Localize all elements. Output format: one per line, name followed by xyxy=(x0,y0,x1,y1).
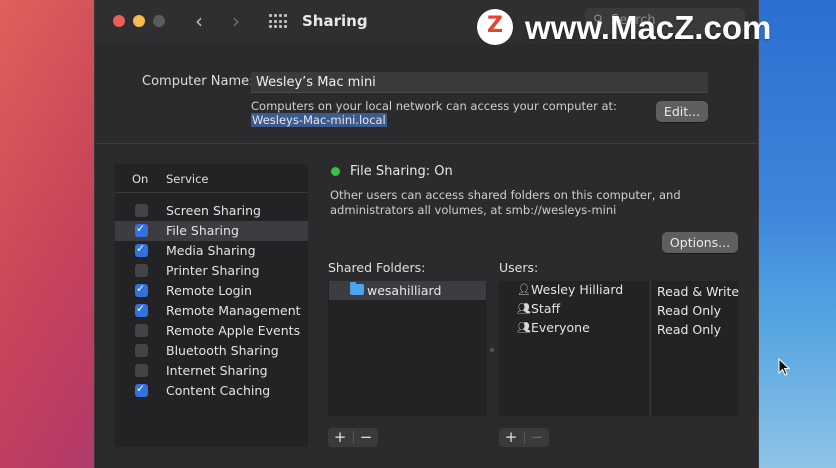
service-label: Printer Sharing xyxy=(166,263,260,278)
service-checkbox[interactable] xyxy=(135,222,148,237)
divider xyxy=(95,143,758,144)
add-folder-button[interactable]: + xyxy=(328,428,352,447)
service-checkbox[interactable] xyxy=(135,364,148,377)
user-row[interactable]: 👤︎ Wesley Hilliard xyxy=(499,281,649,300)
window-title: Sharing xyxy=(302,12,368,30)
service-label: Content Caching xyxy=(166,383,271,398)
macz-logo-icon xyxy=(477,9,513,45)
service-checkbox[interactable] xyxy=(135,264,148,277)
minimize-button[interactable] xyxy=(133,15,145,27)
service-row[interactable]: Remote Login xyxy=(115,281,308,301)
service-checkbox[interactable] xyxy=(135,324,148,337)
user-row[interactable]: 👥︎ Everyone xyxy=(499,319,649,338)
users-label: Users: xyxy=(499,260,539,275)
folder-icon xyxy=(350,282,364,295)
service-label: Remote Apple Events xyxy=(166,323,301,338)
user-row[interactable]: 👥︎ Staff xyxy=(499,300,649,319)
remove-folder-button[interactable]: − xyxy=(354,428,378,447)
user-name: Staff xyxy=(531,301,561,316)
column-header-on: On xyxy=(132,172,149,186)
service-label: Remote Management xyxy=(166,303,301,318)
user-name: Everyone xyxy=(531,320,590,335)
service-label: Remote Login xyxy=(166,283,252,298)
service-list: On Service Screen Sharing File Sharing Med… xyxy=(115,164,308,447)
zoom-button[interactable] xyxy=(153,15,165,27)
service-row[interactable]: Content Caching xyxy=(115,381,308,401)
service-row[interactable]: Remote Apple Events xyxy=(115,321,308,341)
permission-popup[interactable]: Read Only xyxy=(657,303,721,318)
shared-folders-label: Shared Folders: xyxy=(328,260,426,275)
computer-name-label: Computer Name: xyxy=(142,74,254,89)
service-checkbox[interactable] xyxy=(135,204,148,217)
person-icon: 👤︎ xyxy=(517,283,531,296)
user-name: Wesley Hilliard xyxy=(531,282,624,297)
desktop-wallpaper xyxy=(755,0,836,468)
service-label: Screen Sharing xyxy=(166,203,261,218)
close-button[interactable] xyxy=(113,15,125,27)
service-label: Media Sharing xyxy=(166,243,256,258)
service-checkbox[interactable] xyxy=(135,344,148,357)
local-address: Wesleys-Mac-mini.local xyxy=(251,113,387,127)
service-label: Internet Sharing xyxy=(166,363,268,378)
column-header-service: Service xyxy=(166,172,209,186)
watermark-text: www.MacZ.com xyxy=(525,9,772,46)
shared-folder-item[interactable]: wesahilliard xyxy=(329,281,486,300)
service-row[interactable]: Bluetooth Sharing xyxy=(115,341,308,361)
shared-folder-name: wesahilliard xyxy=(367,283,442,298)
service-label: File Sharing xyxy=(166,223,239,238)
permission-popup[interactable]: Read & Write xyxy=(657,284,739,299)
options-button[interactable]: Options... xyxy=(662,232,738,253)
service-row[interactable]: Screen Sharing xyxy=(115,201,308,221)
service-checkbox[interactable] xyxy=(135,242,148,257)
split-handle[interactable] xyxy=(490,348,494,352)
service-row[interactable]: Media Sharing xyxy=(115,241,308,261)
group-icon: 👥︎ xyxy=(517,321,531,334)
mouse-pointer-icon xyxy=(778,358,790,376)
users-list[interactable]: 👤︎ Wesley Hilliard 👥︎ Staff 👥︎ Everyone xyxy=(499,281,649,416)
show-all-grid-icon[interactable] xyxy=(269,14,287,29)
group-icon: 👥︎ xyxy=(517,302,531,315)
back-chevron-icon[interactable]: ‹ xyxy=(195,9,203,33)
shared-folders-add-remove: + − xyxy=(328,428,378,447)
service-row[interactable]: File Sharing xyxy=(115,221,308,241)
service-row[interactable]: Remote Management xyxy=(115,301,308,321)
service-row[interactable]: Printer Sharing xyxy=(115,261,308,281)
remove-user-button[interactable]: − xyxy=(525,428,549,447)
forward-chevron-icon[interactable]: › xyxy=(232,9,240,33)
service-label: Bluetooth Sharing xyxy=(166,343,279,358)
shared-folders-list[interactable]: wesahilliard xyxy=(328,281,487,416)
permissions-list: Read & Write Read Only Read Only xyxy=(650,281,739,416)
sharing-window: ‹ › Sharing ⚲ Search Computer Name: Wesl… xyxy=(94,0,759,468)
service-row[interactable]: Internet Sharing xyxy=(115,361,308,381)
computer-name-field[interactable]: Wesley’s Mac mini xyxy=(251,72,708,93)
service-description: Other users can access shared folders on… xyxy=(330,188,681,217)
service-list-header: On Service xyxy=(115,164,308,193)
permission-popup[interactable]: Read Only xyxy=(657,322,721,337)
service-checkbox[interactable] xyxy=(135,282,148,297)
service-checkbox[interactable] xyxy=(135,302,148,317)
computer-name-description: Computers on your local network can acce… xyxy=(251,99,617,113)
service-status: File Sharing: On xyxy=(350,164,453,179)
service-checkbox[interactable] xyxy=(135,382,148,397)
add-user-button[interactable]: + xyxy=(499,428,523,447)
users-add-remove: + − xyxy=(499,428,549,447)
edit-button[interactable]: Edit... xyxy=(656,101,708,122)
status-indicator-dot xyxy=(331,167,340,176)
